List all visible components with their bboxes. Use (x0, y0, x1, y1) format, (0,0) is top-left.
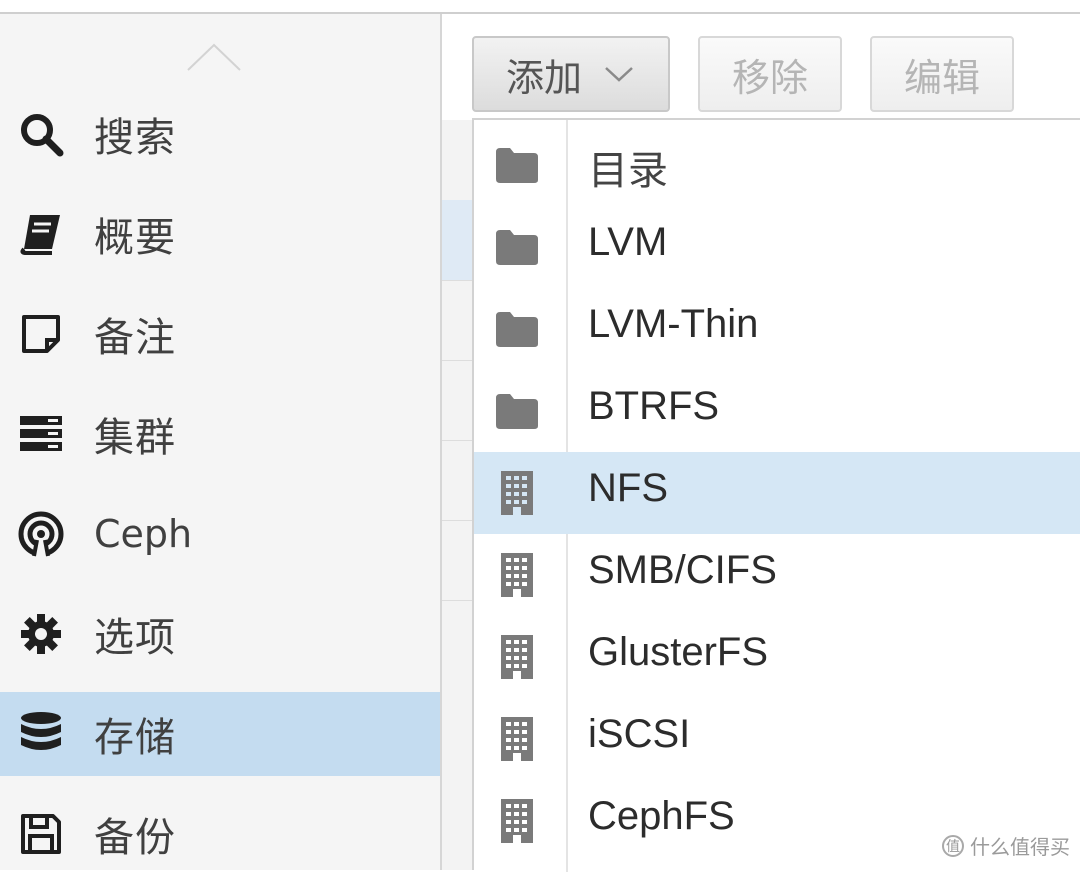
server-icon (16, 409, 66, 459)
storage-grid (442, 120, 472, 870)
watermark-text: 什么值得买 (970, 835, 1070, 859)
add-button-label: 添加 (505, 55, 582, 100)
sidebar-item-label: 集群 (94, 415, 176, 461)
building-icon (492, 714, 542, 764)
menu-item-iscsi[interactable]: iSCSI (474, 698, 1080, 780)
menu-item-nfs[interactable]: NFS (474, 452, 1080, 534)
menu-item-glusterfs[interactable]: GlusterFS (474, 616, 1080, 698)
sidebar-item-backup[interactable]: 备份 (0, 792, 440, 876)
sidebar-item-label: 搜索 (94, 115, 176, 161)
sidebar: 搜索 概要 备注 集群 Ceph 选项 存储 备份 (0, 14, 442, 870)
edit-button-label: 编辑 (903, 55, 980, 100)
folder-icon (492, 386, 542, 436)
scroll-up-icon[interactable] (186, 42, 242, 72)
top-border (0, 0, 1080, 14)
menu-item-directory[interactable]: 目录 (474, 124, 1080, 206)
remove-button[interactable]: 移除 (698, 36, 842, 112)
sidebar-item-ceph[interactable]: Ceph (0, 492, 440, 576)
menu-item-label: NFS (588, 466, 668, 510)
menu-item-label: SMB/CIFS (588, 548, 777, 592)
gear-icon (16, 609, 66, 659)
database-icon (16, 709, 66, 759)
building-icon (492, 550, 542, 600)
building-icon (492, 468, 542, 518)
add-storage-menu: 目录 LVM LVM-Thin BTRFS NFS SMB/CIFS Glust… (472, 118, 1080, 872)
folder-icon (492, 140, 542, 190)
book-icon (16, 209, 66, 259)
menu-item-label: BTRFS (588, 384, 720, 428)
sidebar-item-label: 备注 (94, 315, 176, 361)
sidebar-item-options[interactable]: 选项 (0, 592, 440, 676)
chevron-down-icon (605, 67, 633, 82)
search-icon (16, 109, 66, 159)
sidebar-item-summary[interactable]: 概要 (0, 192, 440, 276)
edit-button[interactable]: 编辑 (870, 36, 1014, 112)
menu-item-label: LVM-Thin (588, 302, 759, 346)
sidebar-item-label: 概要 (94, 215, 176, 261)
table-row[interactable] (442, 360, 472, 441)
menu-item-btrfs[interactable]: BTRFS (474, 370, 1080, 452)
folder-icon (492, 222, 542, 272)
menu-item-label: iSCSI (588, 712, 691, 756)
table-row[interactable] (442, 440, 472, 521)
remove-button-label: 移除 (731, 55, 808, 100)
menu-item-smb-cifs[interactable]: SMB/CIFS (474, 534, 1080, 616)
menu-item-label: GlusterFS (588, 630, 769, 674)
menu-item-lvm[interactable]: LVM (474, 206, 1080, 288)
sidebar-item-label: Ceph (94, 512, 193, 556)
building-icon (492, 796, 542, 846)
floppy-icon (16, 809, 66, 859)
menu-item-lvm-thin[interactable]: LVM-Thin (474, 288, 1080, 370)
menu-item-label: CephFS (588, 794, 735, 838)
ceph-icon (16, 509, 66, 559)
sidebar-item-label: 选项 (94, 615, 176, 661)
table-row[interactable] (442, 200, 472, 281)
sidebar-item-storage[interactable]: 存储 (0, 692, 440, 776)
table-row[interactable] (442, 120, 472, 201)
sidebar-item-cluster[interactable]: 集群 (0, 392, 440, 476)
table-row[interactable] (442, 280, 472, 361)
menu-item-label: 目录 (588, 148, 668, 194)
table-row[interactable] (442, 520, 472, 601)
folder-icon (492, 304, 542, 354)
add-button[interactable]: 添加 (472, 36, 670, 112)
sidebar-item-label: 备份 (94, 815, 176, 861)
menu-item-label: LVM (588, 220, 668, 264)
note-icon (16, 309, 66, 359)
sidebar-item-search[interactable]: 搜索 (0, 92, 440, 176)
watermark-badge: 值 (942, 834, 964, 857)
sidebar-item-notes[interactable]: 备注 (0, 292, 440, 376)
building-icon (492, 632, 542, 682)
sidebar-item-label: 存储 (94, 715, 176, 761)
watermark: 值 什么值得买 (942, 831, 1070, 860)
